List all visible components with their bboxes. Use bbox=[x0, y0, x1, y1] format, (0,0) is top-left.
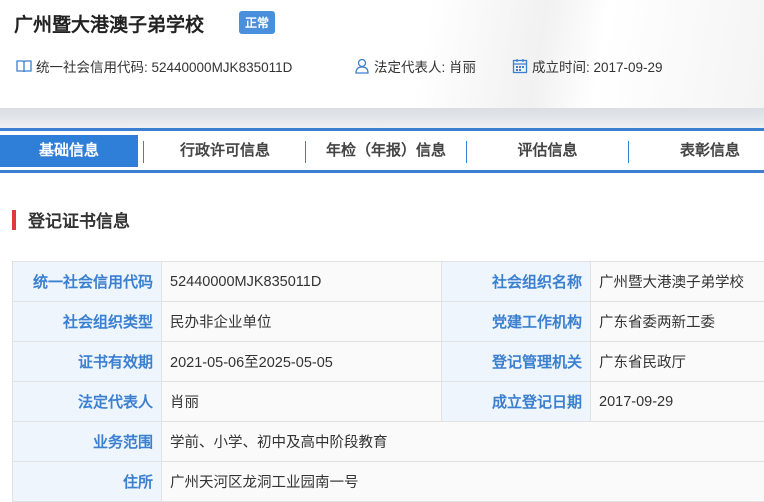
field-value: 52440000MJK835011D bbox=[162, 262, 442, 302]
tab-annual-inspection[interactable]: 年检（年报）信息 bbox=[306, 135, 466, 167]
legal-rep-meta: 法定代表人: 肖丽 bbox=[354, 56, 476, 76]
field-label: 业务范围 bbox=[13, 422, 162, 462]
credit-code-meta: 统一社会信用代码: 52440000MJK835011D bbox=[16, 56, 292, 76]
book-icon bbox=[16, 58, 32, 74]
section-title: 登记证书信息 bbox=[28, 207, 130, 232]
section-header: 登记证书信息 bbox=[12, 207, 130, 232]
calendar-icon bbox=[512, 58, 528, 74]
field-value: 学前、小学、初中及高中阶段教育 bbox=[162, 422, 764, 462]
table-row: 业务范围 学前、小学、初中及高中阶段教育 bbox=[13, 422, 764, 462]
table-row: 住所 广州天河区龙洞工业园南一号 bbox=[13, 462, 764, 502]
table-row: 社会组织类型 民办非企业单位 党建工作机构 广东省委两新工委 bbox=[13, 302, 764, 342]
tab-basic-info[interactable]: 基础信息 bbox=[0, 135, 138, 167]
field-label: 党建工作机构 bbox=[442, 302, 591, 342]
field-label: 成立登记日期 bbox=[442, 382, 591, 422]
divider-band bbox=[0, 108, 764, 128]
tab-admin-license[interactable]: 行政许可信息 bbox=[145, 135, 305, 167]
field-value: 2021-05-06至2025-05-05 bbox=[162, 342, 442, 382]
field-value: 民办非企业单位 bbox=[162, 302, 442, 342]
field-label: 社会组织名称 bbox=[442, 262, 591, 302]
field-label: 住所 bbox=[13, 462, 162, 502]
org-title: 广州暨大港澳子弟学校 bbox=[14, 10, 204, 37]
table-row: 法定代表人 肖丽 成立登记日期 2017-09-29 bbox=[13, 382, 764, 422]
section-marker bbox=[12, 210, 16, 230]
field-value: 广州天河区龙洞工业园南一号 bbox=[162, 462, 764, 502]
tab-evaluation[interactable]: 评估信息 bbox=[467, 135, 628, 167]
status-badge: 正常 bbox=[239, 11, 275, 34]
field-value: 广州暨大港澳子弟学校 bbox=[591, 262, 764, 302]
tab-commendation[interactable]: 表彰信息 bbox=[630, 135, 764, 167]
credit-code-text: 统一社会信用代码: 52440000MJK835011D bbox=[36, 56, 292, 76]
founded-text: 成立时间: 2017-09-29 bbox=[532, 56, 663, 76]
founded-meta: 成立时间: 2017-09-29 bbox=[512, 56, 663, 76]
tab-separator bbox=[628, 141, 629, 163]
field-label: 社会组织类型 bbox=[13, 302, 162, 342]
table-row: 证书有效期 2021-05-06至2025-05-05 登记管理机关 广东省民政… bbox=[13, 342, 764, 382]
table-row: 统一社会信用代码 52440000MJK835011D 社会组织名称 广州暨大港… bbox=[13, 262, 764, 302]
org-header: 广州暨大港澳子弟学校 正常 统一社会信用代码: 52440000MJK83501… bbox=[0, 0, 764, 108]
certificate-table: 统一社会信用代码 52440000MJK835011D 社会组织名称 广州暨大港… bbox=[12, 261, 764, 502]
user-icon bbox=[354, 58, 370, 74]
field-value: 广东省委两新工委 bbox=[591, 302, 764, 342]
tab-bar: 基础信息 行政许可信息 年检（年报）信息 评估信息 表彰信息 bbox=[0, 128, 764, 173]
field-label: 法定代表人 bbox=[13, 382, 162, 422]
legal-rep-text: 法定代表人: 肖丽 bbox=[374, 56, 476, 76]
field-label: 统一社会信用代码 bbox=[13, 262, 162, 302]
tab-separator bbox=[143, 141, 144, 163]
field-value: 肖丽 bbox=[162, 382, 442, 422]
field-label: 登记管理机关 bbox=[442, 342, 591, 382]
field-value: 2017-09-29 bbox=[591, 382, 764, 422]
field-label: 证书有效期 bbox=[13, 342, 162, 382]
field-value: 广东省民政厅 bbox=[591, 342, 764, 382]
